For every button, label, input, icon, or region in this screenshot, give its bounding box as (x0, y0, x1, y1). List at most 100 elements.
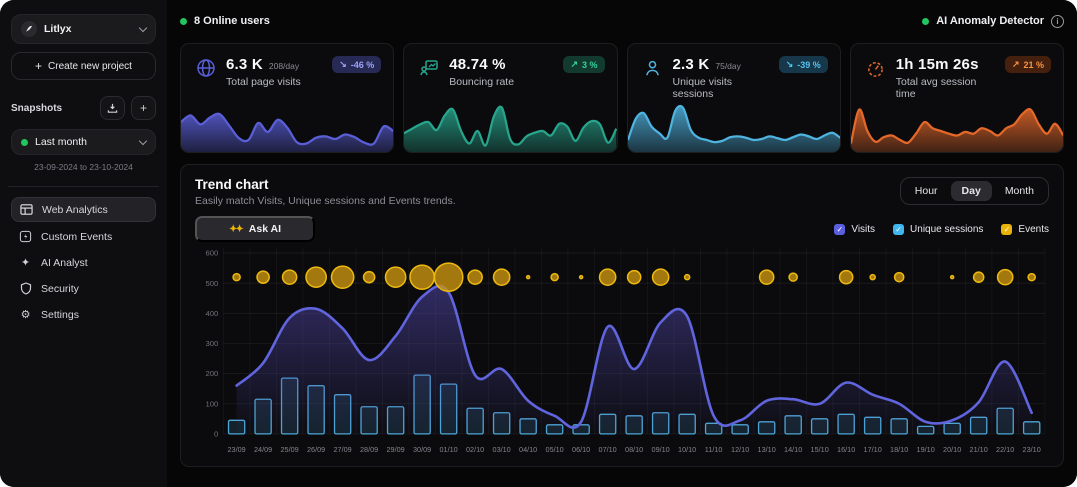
topbar: 8 Online users AI Anomaly Detector i (180, 10, 1064, 32)
sidebar-item-security[interactable]: Security (11, 277, 156, 300)
sparkline-chart (404, 100, 616, 152)
sidebar-item-label: Security (41, 283, 79, 295)
stat-label: Total avg session time (896, 76, 996, 100)
ask-ai-button[interactable]: ✦✦ Ask AI (195, 216, 315, 242)
svg-text:05/10: 05/10 (546, 445, 564, 454)
svg-text:500: 500 (205, 279, 218, 288)
chevron-down-icon (139, 136, 147, 144)
svg-text:0: 0 (214, 430, 218, 439)
stat-value: 48.74 % (449, 56, 505, 73)
globe-icon (195, 57, 217, 79)
sidebar-item-settings[interactable]: ⚙ Settings (11, 303, 156, 326)
trend-chart-plot[interactable]: 010020030040050060023/0924/0925/0926/092… (193, 241, 1051, 460)
svg-text:14/10: 14/10 (784, 445, 802, 454)
svg-text:13/10: 13/10 (758, 445, 776, 454)
add-snapshot-button[interactable]: + (131, 96, 156, 120)
legend-events[interactable]: ✓ Events (1001, 224, 1049, 235)
project-name: Litlyx (44, 23, 133, 35)
svg-text:300: 300 (205, 339, 218, 348)
gear-icon: ⚙ (19, 308, 32, 321)
snapshot-period-value: Last month (35, 136, 133, 148)
stat-card-unique-visits[interactable]: 2.3 K 75/day Unique visits sessions ↘ -3… (627, 43, 841, 153)
trend-chart-subtitle: Easily match Visits, Unique sessions and… (195, 195, 456, 207)
svg-text:23/09: 23/09 (227, 445, 245, 454)
svg-text:17/10: 17/10 (864, 445, 882, 454)
svg-text:100: 100 (205, 399, 218, 408)
ai-anomaly-detector-label: AI Anomaly Detector (936, 15, 1044, 27)
info-icon[interactable]: i (1051, 15, 1064, 28)
app-window: Litlyx + Create new project Snapshots + … (0, 0, 1077, 487)
trend-down-icon: ↘ (339, 59, 347, 70)
online-users-label: 8 Online users (194, 15, 270, 27)
create-new-project-button[interactable]: + Create new project (11, 52, 156, 80)
sparkline-chart (628, 100, 840, 152)
stat-value: 6.3 K (226, 56, 263, 73)
svg-text:200: 200 (205, 369, 218, 378)
svg-text:20/10: 20/10 (943, 445, 961, 454)
checkbox-checked-icon[interactable]: ✓ (893, 224, 904, 235)
sparkline-chart (851, 100, 1063, 152)
svg-text:18/10: 18/10 (890, 445, 908, 454)
litlyx-logo-icon (21, 21, 37, 37)
trend-badge: ↘ -39 % (779, 56, 828, 73)
sparkles-icon: ✦✦ (229, 224, 242, 235)
sidebar-item-label: Web Analytics (42, 204, 108, 216)
svg-text:23/10: 23/10 (1023, 445, 1041, 454)
stat-card-bouncing-rate[interactable]: 48.74 % Bouncing rate ↗ 3 % (403, 43, 617, 153)
stat-value: 1h 15m 26s (896, 56, 979, 73)
ai-anomaly-detector: AI Anomaly Detector i (922, 15, 1064, 28)
svg-text:30/09: 30/09 (413, 445, 431, 454)
checkbox-checked-icon[interactable]: ✓ (834, 224, 845, 235)
stat-rate: 75/day (715, 61, 741, 71)
download-snapshot-button[interactable] (100, 96, 125, 120)
create-new-project-label: Create new project (48, 61, 132, 72)
project-selector[interactable]: Litlyx (11, 14, 156, 44)
trend-up-icon: ↗ (570, 59, 578, 70)
stat-label: Total page visits (226, 76, 323, 88)
legend-unique-sessions[interactable]: ✓ Unique sessions (893, 224, 983, 235)
svg-text:03/10: 03/10 (493, 445, 511, 454)
svg-text:28/09: 28/09 (360, 445, 378, 454)
svg-text:02/10: 02/10 (466, 445, 484, 454)
chevron-down-icon (139, 23, 147, 31)
trend-chart-title: Trend chart (195, 177, 456, 192)
svg-text:04/10: 04/10 (519, 445, 537, 454)
sidebar-item-ai-analyst[interactable]: ✦ AI Analyst (11, 251, 156, 274)
legend-visits[interactable]: ✓ Visits (834, 224, 875, 235)
svg-text:12/10: 12/10 (731, 445, 749, 454)
tab-day[interactable]: Day (951, 181, 992, 201)
svg-text:400: 400 (205, 309, 218, 318)
svg-text:600: 600 (205, 249, 218, 258)
svg-text:27/09: 27/09 (334, 445, 352, 454)
stat-card-total-page-visits[interactable]: 6.3 K 208/day Total page visits ↘ -46 % (180, 43, 394, 153)
svg-text:01/10: 01/10 (440, 445, 458, 454)
ask-ai-label: Ask AI (249, 223, 281, 235)
plus-icon: + (35, 59, 42, 73)
tab-month[interactable]: Month (994, 181, 1045, 201)
user-icon (642, 57, 664, 79)
sidebar-item-custom-events[interactable]: Custom Events (11, 225, 156, 248)
green-dot-icon (180, 18, 187, 25)
trend-badge: ↗ 3 % (563, 56, 604, 73)
svg-text:08/10: 08/10 (625, 445, 643, 454)
stat-card-avg-session-time[interactable]: 1h 15m 26s Total avg session time ↗ 21 % (850, 43, 1064, 153)
trend-badge: ↗ 21 % (1005, 56, 1051, 73)
presentation-icon (418, 57, 440, 79)
snapshot-period-select[interactable]: Last month (11, 129, 156, 155)
trend-chart-card: Trend chart Easily match Visits, Unique … (180, 164, 1064, 467)
granularity-tabs: Hour Day Month (900, 177, 1049, 205)
svg-text:16/10: 16/10 (837, 445, 855, 454)
browser-icon (20, 203, 33, 216)
snapshot-date-range: 23-09-2024 to 23-10-2024 (11, 162, 156, 172)
stat-cards-row: 6.3 K 208/day Total page visits ↘ -46 % (180, 43, 1064, 153)
svg-text:21/10: 21/10 (970, 445, 988, 454)
tab-hour[interactable]: Hour (904, 181, 949, 201)
sidebar-divider (8, 186, 159, 187)
svg-text:24/09: 24/09 (254, 445, 272, 454)
stat-label: Unique visits sessions (673, 76, 770, 100)
checkbox-checked-icon[interactable]: ✓ (1001, 224, 1012, 235)
sidebar-item-web-analytics[interactable]: Web Analytics (11, 197, 156, 222)
sparkles-icon: ✦ (19, 256, 32, 269)
green-dot-icon (922, 18, 929, 25)
trend-badge: ↘ -46 % (332, 56, 381, 73)
